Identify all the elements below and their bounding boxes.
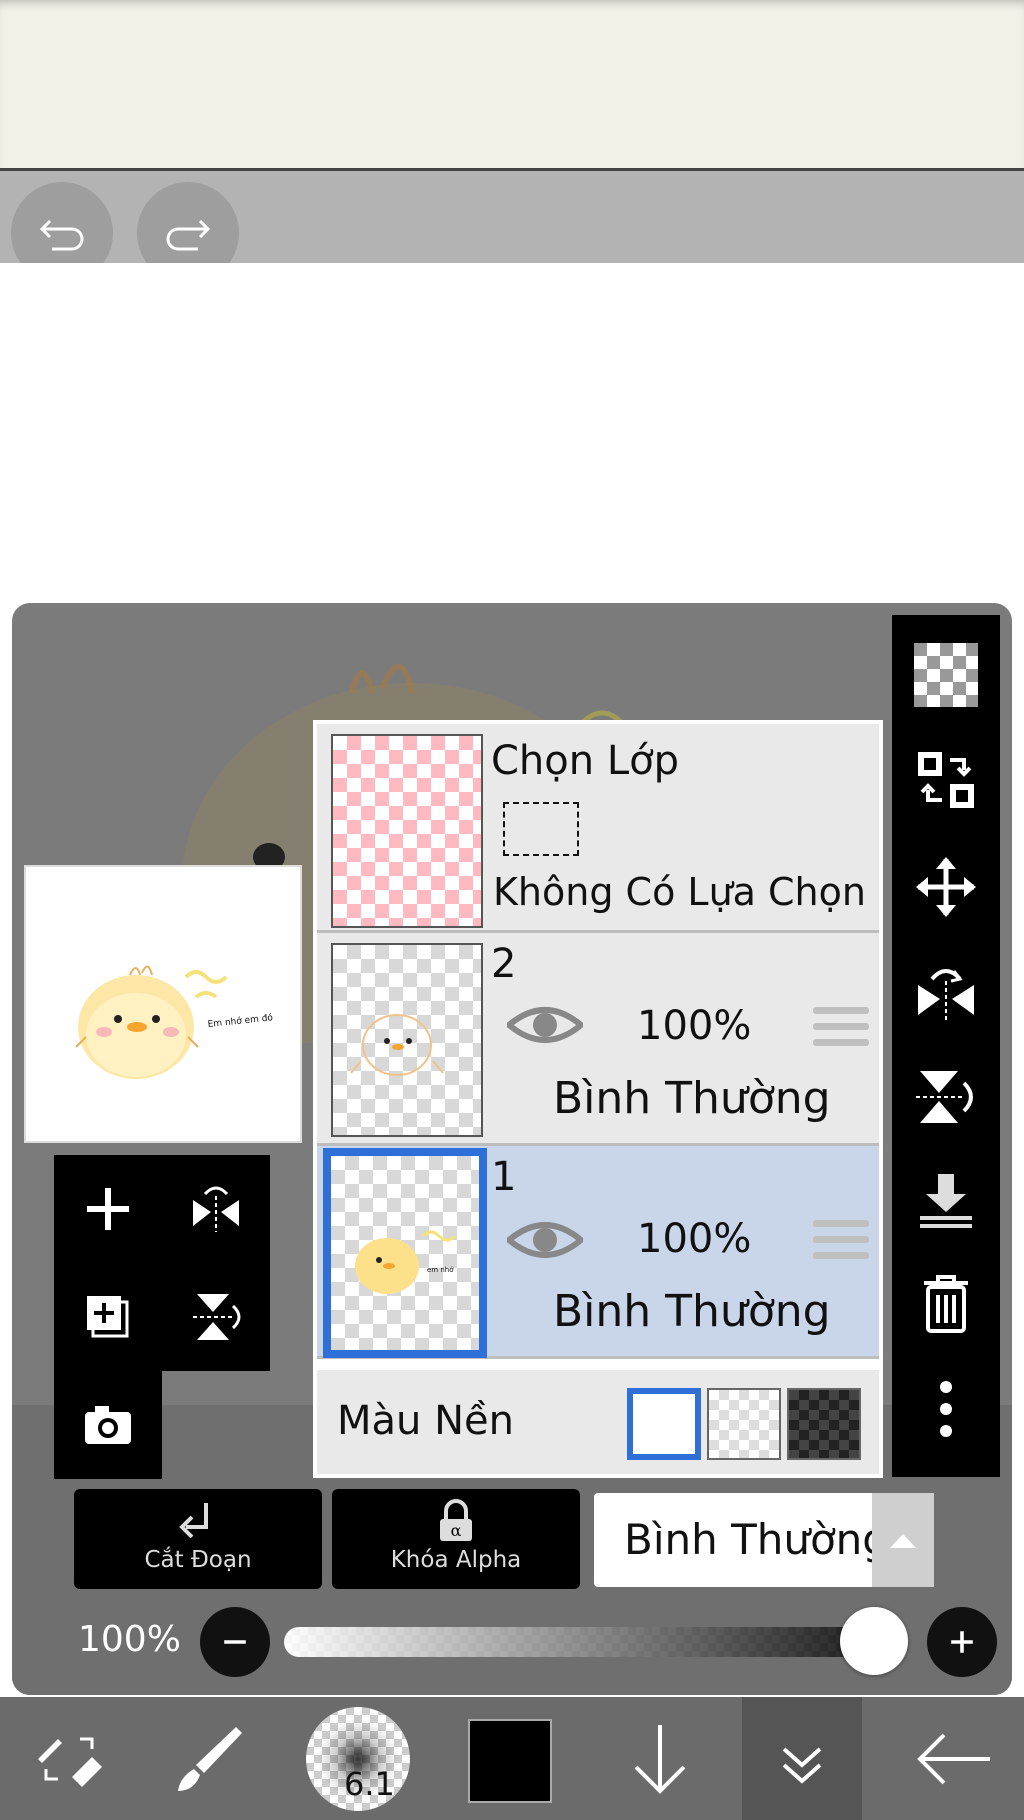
layer-down-button[interactable]	[590, 1697, 730, 1820]
opacity-increase-button[interactable]	[927, 1607, 997, 1677]
color-swatch[interactable]	[468, 1719, 552, 1803]
drag-handle-icon[interactable]	[813, 1007, 869, 1051]
layer-row-1[interactable]: em nhớ 1 100% Bình Thường	[317, 1146, 879, 1359]
flip-horizontal-icon	[918, 969, 974, 1021]
layer-side-toolbar	[892, 615, 1000, 1477]
selection-layer-subtitle: Không Có Lựa Chọn	[493, 870, 866, 914]
flip-horizontal-icon	[193, 1186, 239, 1232]
undo-arrow-icon	[39, 219, 84, 251]
layer-blend-1: Bình Thường	[553, 1286, 831, 1337]
layer-name-2: 2	[491, 941, 517, 987]
drag-handle-icon[interactable]	[813, 1220, 869, 1264]
chick-illustration: Em nhớ em đó	[75, 965, 274, 1079]
brush-tool-button[interactable]	[140, 1697, 280, 1820]
plus-icon	[87, 1188, 129, 1230]
layer-thumbnail-2	[331, 943, 483, 1137]
bottom-toolbar: 6.1	[0, 1697, 1024, 1820]
layers-collapse-button[interactable]	[742, 1697, 862, 1820]
redo-arrow-icon	[166, 219, 211, 251]
arrow-left-icon	[917, 1733, 990, 1784]
flip-horizontal-layer-button[interactable]	[162, 1155, 270, 1263]
selection-layer-row[interactable]: Chọn Lớp Không Có Lựa Chọn	[317, 724, 879, 933]
minus-icon	[224, 1640, 246, 1644]
lock-icon: α	[440, 1499, 472, 1541]
selection-layer-title: Chọn Lớp	[491, 738, 679, 784]
pen-eraser-swap-icon	[38, 1737, 102, 1787]
more-options-button[interactable]	[892, 1359, 1000, 1459]
checkerboard-icon	[914, 643, 978, 707]
mini-caption: em nhớ	[427, 1266, 454, 1274]
opacity-slider-knob[interactable]	[840, 1607, 908, 1675]
camera-button[interactable]	[54, 1371, 162, 1479]
swap-layer-icon	[918, 752, 974, 808]
opacity-decrease-button[interactable]	[200, 1607, 270, 1677]
top-bar	[0, 0, 1024, 171]
layer-thumbnail-1: em nhớ	[323, 1148, 487, 1358]
svg-text:α: α	[451, 1521, 462, 1540]
flip-horizontal-button[interactable]	[892, 943, 1000, 1043]
swap-layer-button[interactable]	[892, 730, 1000, 830]
layer-name-1: 1	[491, 1154, 517, 1200]
flip-vertical-layer-button[interactable]	[162, 1263, 270, 1371]
layer-panel: Em nhớ em đó Chọn Lớp Không Có Lựa Chọn …	[12, 603, 1012, 1695]
move-icon	[916, 857, 976, 917]
visibility-eye-icon[interactable]	[507, 1216, 583, 1264]
duplicate-layer-button[interactable]	[54, 1263, 162, 1371]
background-color-row: Màu Nền	[317, 1370, 879, 1474]
selection-layer-thumbnail	[331, 734, 483, 928]
brush-icon	[178, 1726, 242, 1791]
brush-size-button[interactable]: 6.1	[306, 1707, 410, 1811]
merge-down-icon	[920, 1174, 972, 1228]
flip-vertical-icon	[916, 1071, 973, 1123]
back-button[interactable]	[884, 1697, 1024, 1820]
layer-list: Chọn Lớp Không Có Lựa Chọn 2 100% Bình T…	[313, 720, 883, 1478]
background-color-label: Màu Nền	[337, 1398, 514, 1444]
flip-vertical-icon	[193, 1294, 241, 1340]
transparent-background-button[interactable]	[892, 625, 1000, 725]
background-dark-swatch[interactable]	[787, 1388, 861, 1460]
flip-vertical-button[interactable]	[892, 1047, 1000, 1147]
brush-size-value: 6.1	[344, 1765, 395, 1803]
blend-mode-select[interactable]: Bình Thường	[594, 1493, 934, 1587]
opacity-row: 100%	[12, 1601, 1012, 1681]
layer-opacity-1: 100%	[637, 1216, 752, 1262]
layer-row-2[interactable]: 2 100% Bình Thường	[317, 933, 879, 1146]
background-transparent-swatch[interactable]	[707, 1388, 781, 1460]
background-white-swatch[interactable]	[627, 1388, 701, 1460]
more-vertical-icon	[940, 1381, 952, 1437]
merge-down-button[interactable]	[892, 1150, 1000, 1250]
opacity-slider[interactable]	[284, 1627, 894, 1657]
alpha-lock-button[interactable]: α Khóa Alpha	[332, 1489, 580, 1589]
plus-icon	[951, 1631, 973, 1653]
arrow-down-icon	[634, 1724, 686, 1794]
duplicate-layer-icon	[87, 1296, 129, 1338]
opacity-value: 100%	[78, 1619, 181, 1660]
chick-illustration-small: em nhớ	[355, 1230, 457, 1294]
brush-eraser-toggle-button[interactable]	[0, 1697, 140, 1820]
camera-icon	[85, 1406, 131, 1444]
clipping-button[interactable]: Cắt Đoạn	[74, 1489, 322, 1589]
layer-opacity-2: 100%	[637, 1003, 752, 1049]
add-layer-button[interactable]	[54, 1155, 162, 1263]
blend-mode-value: Bình Thường	[624, 1515, 889, 1564]
visibility-eye-icon[interactable]	[507, 1001, 583, 1049]
layer-blend-2: Bình Thường	[553, 1073, 831, 1124]
alpha-lock-label: Khóa Alpha	[390, 1547, 522, 1573]
double-chevron-down-icon	[782, 1747, 822, 1784]
caret-up-icon[interactable]	[872, 1493, 934, 1587]
clipping-label: Cắt Đoạn	[144, 1547, 252, 1573]
clipping-arrow-icon	[179, 1503, 208, 1539]
drawing-canvas[interactable]	[0, 263, 1024, 603]
selection-marquee-icon	[503, 802, 579, 856]
delete-layer-button[interactable]	[892, 1253, 1000, 1353]
layer-preview: Em nhớ em đó	[24, 865, 302, 1143]
trash-icon	[924, 1275, 968, 1333]
move-layer-button[interactable]	[892, 837, 1000, 937]
preview-caption: Em nhớ em đó	[207, 1012, 274, 1030]
chick-outline-illustration	[350, 1014, 444, 1076]
